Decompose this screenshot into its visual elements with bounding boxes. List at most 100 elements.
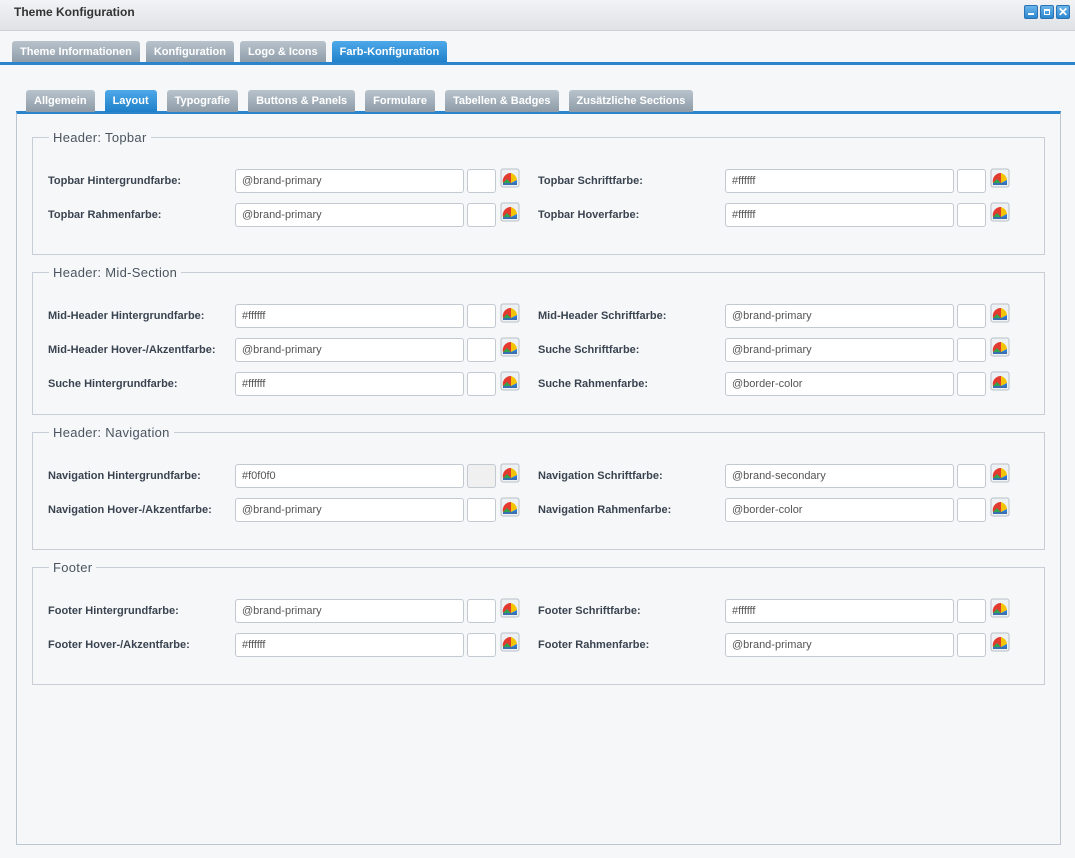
mid-header-hintergrundfarbe-input[interactable] [235, 304, 464, 328]
navigation-hintergrundfarbe-input[interactable] [235, 464, 464, 488]
close-icon[interactable]: ✕ [1056, 5, 1070, 19]
color-picker-icon[interactable] [990, 497, 1010, 517]
color-picker-icon[interactable] [500, 497, 520, 517]
suche-rahmenfarbe-input[interactable] [725, 372, 954, 396]
field-row: Footer Hover-/Akzentfarbe: Footer Rahmenf… [33, 632, 1044, 659]
tab-farb-konfiguration[interactable]: Farb-Konfiguration [331, 41, 448, 63]
window-title: Theme Konfiguration [14, 5, 135, 19]
field-row: Navigation Hintergrundfarbe: Navigation S… [33, 463, 1044, 490]
footer-hover-akzentfarbe-label: Footer Hover-/Akzentfarbe: [48, 639, 190, 651]
suche-schriftfarbe-input[interactable] [725, 338, 954, 362]
suche-rahmenfarbe-label: Suche Rahmenfarbe: [538, 378, 649, 390]
footer-schriftfarbe-swatch[interactable] [957, 599, 986, 623]
topbar-hoverfarbe-swatch[interactable] [957, 203, 986, 227]
color-picker-icon[interactable] [990, 371, 1010, 391]
color-picker-icon[interactable] [500, 303, 520, 323]
tab-typografie[interactable]: Typografie [166, 90, 239, 112]
mid-header-hintergrundfarbe-swatch[interactable] [467, 304, 496, 328]
section-title: Header: Topbar [53, 130, 147, 145]
tab-layout[interactable]: Layout [104, 90, 157, 112]
section-title: Header: Navigation [53, 425, 170, 440]
color-picker-icon[interactable] [990, 168, 1010, 188]
color-picker-icon[interactable] [990, 463, 1010, 483]
field-row: Topbar Rahmenfarbe: Topbar Hoverfarbe: [33, 202, 1044, 229]
navigation-rahmenfarbe-swatch[interactable] [957, 498, 986, 522]
footer-hintergrundfarbe-label: Footer Hintergrundfarbe: [48, 605, 179, 617]
maximize-icon[interactable] [1040, 5, 1054, 19]
mid-header-hintergrundfarbe-label: Mid-Header Hintergrundfarbe: [48, 310, 205, 322]
inner-tab-bar: Allgemein Layout Typografie Buttons & Panel… [26, 90, 694, 112]
tab-zusätzliche-sections[interactable]: Zusätzliche Sections [568, 90, 694, 112]
color-picker-icon[interactable] [500, 337, 520, 357]
topbar-rahmenfarbe-swatch[interactable] [467, 203, 496, 227]
footer-hover-akzentfarbe-input[interactable] [235, 633, 464, 657]
section-header-topbar: Header: TopbarTopbar Hintergrundfarbe:To… [32, 130, 1045, 255]
theme-config-window: Theme Konfiguration ✕ Theme Informatione… [0, 0, 1075, 858]
navigation-hintergrundfarbe-swatch[interactable] [467, 464, 496, 488]
outer-tab-bar: Theme Informationen Konfiguration Logo & I… [12, 41, 448, 63]
color-picker-icon[interactable] [990, 303, 1010, 323]
color-picker-icon[interactable] [990, 337, 1010, 357]
color-picker-icon[interactable] [500, 168, 520, 188]
mid-header-schriftfarbe-input[interactable] [725, 304, 954, 328]
tab-formulare[interactable]: Formulare [365, 90, 435, 112]
navigation-rahmenfarbe-label: Navigation Rahmenfarbe: [538, 504, 672, 516]
section-header-mid-section: Header: Mid-Section Mid-Header Hintergrun… [32, 265, 1045, 415]
footer-rahmenfarbe-label: Footer Rahmenfarbe: [538, 639, 650, 651]
footer-rahmenfarbe-input[interactable] [725, 633, 954, 657]
tab-tabellen-badges[interactable]: Tabellen & Badges [444, 90, 559, 112]
suche-schriftfarbe-label: Suche Schriftfarbe: [538, 344, 640, 356]
navigation-rahmenfarbe-input[interactable] [725, 498, 954, 522]
field-row: Suche Hintergrundfarbe: Suche Rahmenfarbe… [33, 371, 1044, 398]
footer-rahmenfarbe-swatch[interactable] [957, 633, 986, 657]
topbar-schriftfarbe-input[interactable] [725, 169, 954, 193]
tab-konfiguration[interactable]: Konfiguration [145, 41, 234, 63]
window-controls: ✕ [1024, 5, 1070, 19]
tab-logo-icons[interactable]: Logo & Icons [239, 41, 326, 63]
navigation-hover-akzentfarbe-label: Navigation Hover-/Akzentfarbe: [48, 504, 212, 516]
mid-header-hover-akzentfarbe-swatch[interactable] [467, 338, 496, 362]
topbar-hintergrundfarbe-input[interactable] [235, 169, 464, 193]
color-picker-icon[interactable] [500, 632, 520, 652]
color-picker-icon[interactable] [990, 202, 1010, 222]
footer-schriftfarbe-input[interactable] [725, 599, 954, 623]
topbar-hoverfarbe-input[interactable] [725, 203, 954, 227]
color-picker-icon[interactable] [500, 598, 520, 618]
suche-hintergrundfarbe-label: Suche Hintergrundfarbe: [48, 378, 178, 390]
section-header-navigation: Header: Navigation Navigation Hintergrund… [32, 425, 1045, 550]
navigation-schriftfarbe-label: Navigation Schriftfarbe: [538, 470, 663, 482]
suche-hintergrundfarbe-swatch[interactable] [467, 372, 496, 396]
topbar-schriftfarbe-label: Topbar Schriftfarbe: [538, 175, 643, 187]
footer-hintergrundfarbe-swatch[interactable] [467, 599, 496, 623]
color-picker-icon[interactable] [500, 463, 520, 483]
topbar-hintergrundfarbe-label: Topbar Hintergrundfarbe: [48, 175, 182, 187]
color-picker-icon[interactable] [500, 202, 520, 222]
tab-theme-informationen[interactable]: Theme Informationen [12, 41, 140, 63]
navigation-schriftfarbe-swatch[interactable] [957, 464, 986, 488]
navigation-hover-akzentfarbe-input[interactable] [235, 498, 464, 522]
navigation-hover-akzentfarbe-swatch[interactable] [467, 498, 496, 522]
suche-schriftfarbe-swatch[interactable] [957, 338, 986, 362]
tab-buttons-panels[interactable]: Buttons & Panels [248, 90, 356, 112]
mid-header-schriftfarbe-swatch[interactable] [957, 304, 986, 328]
color-picker-icon[interactable] [990, 598, 1010, 618]
suche-rahmenfarbe-swatch[interactable] [957, 372, 986, 396]
footer-hintergrundfarbe-input[interactable] [235, 599, 464, 623]
color-picker-icon[interactable] [990, 632, 1010, 652]
navigation-hintergrundfarbe-label: Navigation Hintergrundfarbe: [48, 470, 201, 482]
topbar-hintergrundfarbe-swatch[interactable] [467, 169, 496, 193]
tab-allgemein[interactable]: Allgemein [26, 90, 95, 112]
footer-hover-akzentfarbe-swatch[interactable] [467, 633, 496, 657]
mid-header-schriftfarbe-label: Mid-Header Schriftfarbe: [538, 310, 667, 322]
color-picker-icon[interactable] [500, 371, 520, 391]
navigation-schriftfarbe-input[interactable] [725, 464, 954, 488]
footer-schriftfarbe-label: Footer Schriftfarbe: [538, 605, 641, 617]
minimize-icon[interactable] [1024, 5, 1038, 19]
topbar-rahmenfarbe-input[interactable] [235, 203, 464, 227]
field-row: Topbar Hintergrundfarbe: Topbar Schriftfa… [33, 168, 1044, 195]
topbar-schriftfarbe-swatch[interactable] [957, 169, 986, 193]
suche-hintergrundfarbe-input[interactable] [235, 372, 464, 396]
section-title: Footer [53, 560, 93, 575]
field-row: Footer Hintergrundfarbe: Footer Schriftfa… [33, 598, 1044, 625]
mid-header-hover-akzentfarbe-input[interactable] [235, 338, 464, 362]
